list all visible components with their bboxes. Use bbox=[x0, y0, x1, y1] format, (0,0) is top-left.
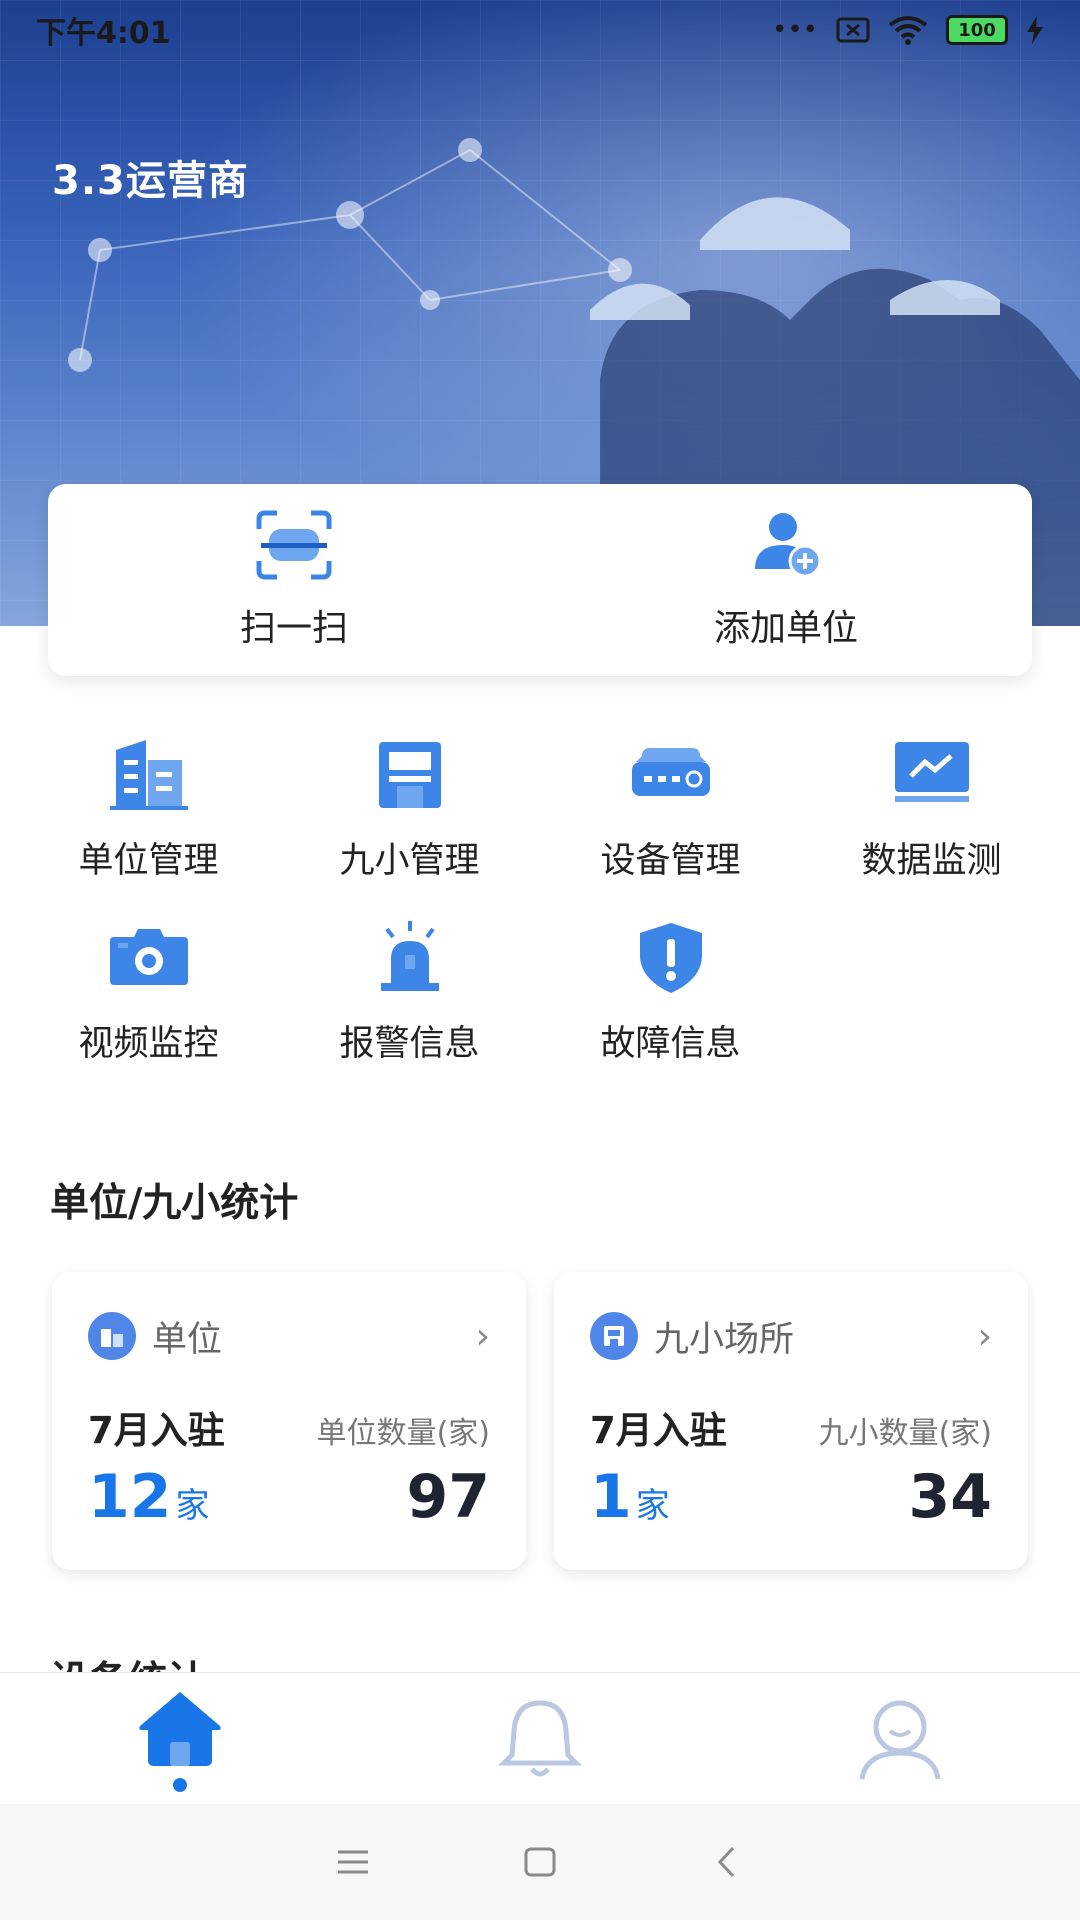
bottom-tab-bar bbox=[0, 1672, 1080, 1804]
menu-video-surveillance[interactable]: 视频监控 bbox=[18, 919, 279, 1066]
charging-bolt-icon bbox=[1027, 16, 1043, 44]
add-user-icon bbox=[755, 513, 822, 578]
menu-label: 九小管理 bbox=[339, 841, 480, 881]
home-icon bbox=[139, 1691, 221, 1766]
section-title-unit-stats: 单位/九小统计 bbox=[50, 1181, 299, 1226]
user-icon bbox=[859, 1700, 941, 1780]
menu-label: 设备管理 bbox=[600, 841, 741, 881]
square-icon bbox=[524, 1847, 556, 1877]
monitor-chart-icon bbox=[894, 742, 969, 802]
count-label: 单位数量(家) bbox=[316, 1416, 490, 1451]
building-icon bbox=[109, 740, 188, 810]
month-joined-label: 7月入驻 bbox=[590, 1409, 727, 1452]
device-icon bbox=[631, 748, 710, 796]
total-count-value: 97 bbox=[406, 1462, 491, 1532]
menu-alarm-info[interactable]: 报警信息 bbox=[279, 919, 540, 1066]
tab-alerts[interactable] bbox=[360, 1673, 720, 1804]
menu-unit-management[interactable]: 单位管理 bbox=[18, 736, 279, 883]
menu-label: 数据监测 bbox=[861, 841, 1002, 881]
active-tab-indicator bbox=[173, 1777, 187, 1792]
card-header: 单位 › bbox=[88, 1308, 490, 1364]
menu-device-management[interactable]: 设备管理 bbox=[540, 736, 801, 883]
add-unit-button[interactable]: 添加单位 bbox=[540, 484, 1032, 676]
tab-profile[interactable] bbox=[720, 1673, 1080, 1804]
shield-alert-icon bbox=[639, 923, 702, 993]
quick-actions-card: 扫一扫 添加单位 bbox=[48, 484, 1032, 676]
bell-icon bbox=[497, 1699, 583, 1776]
total-count-value: 34 bbox=[908, 1462, 993, 1532]
alarm-light-icon bbox=[380, 921, 439, 991]
building-badge-icon bbox=[88, 1312, 136, 1360]
card-header: 九小场所 › bbox=[590, 1308, 992, 1364]
scan-icon bbox=[256, 510, 332, 580]
status-icons: ••• 100 bbox=[772, 15, 1044, 45]
menu-fault-info[interactable]: 故障信息 bbox=[540, 919, 801, 1066]
card-values-row: 12 家 97 bbox=[88, 1462, 490, 1532]
home-system-button[interactable] bbox=[510, 1832, 570, 1892]
shop-icon bbox=[378, 742, 441, 808]
unit-stats-card[interactable]: 单位 › 7月入驻 单位数量(家) 12 家 97 bbox=[52, 1272, 526, 1570]
scan-button[interactable]: 扫一扫 bbox=[48, 484, 540, 676]
nine-small-stats-card[interactable]: 九小场所 › 7月入驻 九小数量(家) 1家 34 bbox=[554, 1272, 1028, 1570]
card-labels-row: 7月入驻 九小数量(家) bbox=[590, 1400, 992, 1454]
page-title: 3.3运营商 bbox=[52, 158, 249, 204]
add-unit-label: 添加单位 bbox=[713, 608, 858, 649]
status-bar: 下午4:01 ••• 100 bbox=[0, 0, 1080, 60]
menu-data-monitoring[interactable]: 数据监测 bbox=[801, 736, 1062, 883]
back-button[interactable] bbox=[697, 1832, 757, 1892]
card-title: 九小场所 bbox=[654, 1319, 795, 1360]
wifi-icon bbox=[888, 16, 928, 45]
sim-off-icon bbox=[836, 17, 870, 43]
card-title: 单位 bbox=[152, 1319, 223, 1360]
signal-dots-icon: ••• bbox=[771, 15, 818, 45]
chevron-right-icon: › bbox=[475, 1315, 490, 1357]
menu-lines-icon bbox=[338, 1850, 369, 1874]
month-joined-value: 12 bbox=[88, 1462, 172, 1532]
status-time: 下午4:01 bbox=[36, 16, 171, 51]
recent-apps-button[interactable] bbox=[323, 1832, 383, 1892]
feature-menu: 单位管理 九小管理 设备管理 数据监测 视频监控 报警信息 故障信息 bbox=[18, 736, 1062, 1066]
menu-label: 故障信息 bbox=[600, 1024, 741, 1064]
menu-nine-small-management[interactable]: 九小管理 bbox=[279, 736, 540, 883]
card-labels-row: 7月入驻 单位数量(家) bbox=[88, 1400, 490, 1454]
scan-label: 扫一扫 bbox=[239, 608, 348, 649]
count-label: 九小数量(家) bbox=[818, 1416, 992, 1451]
month-joined-value: 1 bbox=[590, 1462, 632, 1532]
month-joined-unit: 家 bbox=[635, 1486, 670, 1526]
card-values-row: 1家 34 bbox=[590, 1462, 992, 1532]
camera-icon bbox=[109, 929, 188, 985]
menu-label: 报警信息 bbox=[339, 1024, 480, 1064]
menu-label: 单位管理 bbox=[78, 841, 219, 881]
shop-badge-icon bbox=[590, 1312, 638, 1360]
tab-home[interactable] bbox=[0, 1673, 360, 1804]
month-joined-unit: 家 bbox=[175, 1486, 210, 1526]
back-chevron-icon bbox=[717, 1846, 734, 1878]
menu-label: 视频监控 bbox=[78, 1024, 219, 1064]
month-joined-label: 7月入驻 bbox=[88, 1409, 225, 1452]
system-nav-bar bbox=[0, 1804, 1080, 1920]
battery-icon: 100 bbox=[946, 15, 1008, 45]
chevron-right-icon: › bbox=[977, 1315, 992, 1357]
